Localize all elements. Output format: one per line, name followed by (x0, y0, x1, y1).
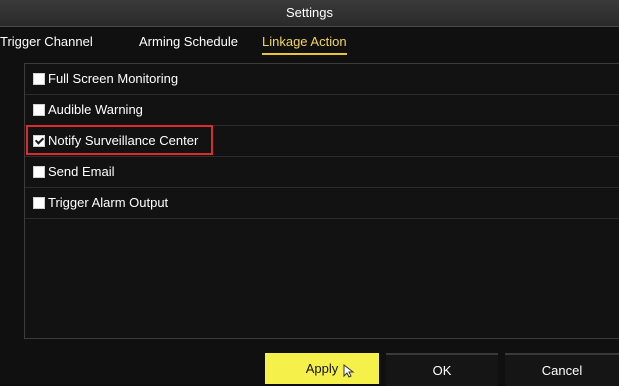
full-screen-monitoring-option[interactable]: Full Screen Monitoring (33, 70, 178, 88)
option-label: Full Screen Monitoring (48, 71, 179, 86)
list-item: Audible Warning (25, 95, 619, 126)
active-tab-underline (262, 53, 347, 55)
option-label: Notify Surveillance Center (48, 133, 199, 148)
window-title: Settings (0, 0, 619, 27)
list-item: Trigger Alarm Output (25, 188, 619, 219)
audible-warning-checkbox[interactable] (33, 104, 45, 116)
option-label: Send Email (48, 164, 115, 179)
tab-linkage-action[interactable]: Linkage Action (262, 30, 347, 55)
notify-surveillance-center-checkbox[interactable] (33, 135, 45, 147)
tab-arming-schedule[interactable]: Arming Schedule (139, 30, 238, 54)
ok-button[interactable]: OK (386, 353, 498, 386)
audible-warning-option[interactable]: Audible Warning (33, 101, 143, 119)
tab-trigger-channel[interactable]: Trigger Channel (0, 30, 93, 54)
settings-window: Settings Trigger Channel Arming Schedule… (0, 0, 619, 386)
trigger-alarm-output-option[interactable]: Trigger Alarm Output (33, 194, 168, 212)
list-item: Notify Surveillance Center (25, 126, 619, 157)
option-label: Trigger Alarm Output (48, 195, 169, 210)
apply-button[interactable]: Apply (265, 353, 379, 384)
send-email-option[interactable]: Send Email (33, 163, 114, 181)
send-email-checkbox[interactable] (33, 166, 45, 178)
trigger-alarm-output-checkbox[interactable] (33, 197, 45, 209)
tab-linkage-action-label: Linkage Action (262, 34, 347, 49)
linkage-options-panel: Full Screen Monitoring Audible Warning N… (24, 63, 619, 339)
list-item: Full Screen Monitoring (25, 64, 619, 95)
mouse-pointer-icon (343, 364, 355, 378)
apply-button-label: Apply (305, 361, 339, 376)
option-label: Audible Warning (48, 102, 143, 117)
notify-surveillance-center-option[interactable]: Notify Surveillance Center (33, 132, 198, 150)
cancel-button[interactable]: Cancel (505, 353, 619, 386)
list-item: Send Email (25, 157, 619, 188)
button-bar: Apply OK Cancel (0, 349, 619, 386)
full-screen-monitoring-checkbox[interactable] (33, 73, 45, 85)
tab-bar: Trigger Channel Arming Schedule Linkage … (0, 30, 619, 56)
